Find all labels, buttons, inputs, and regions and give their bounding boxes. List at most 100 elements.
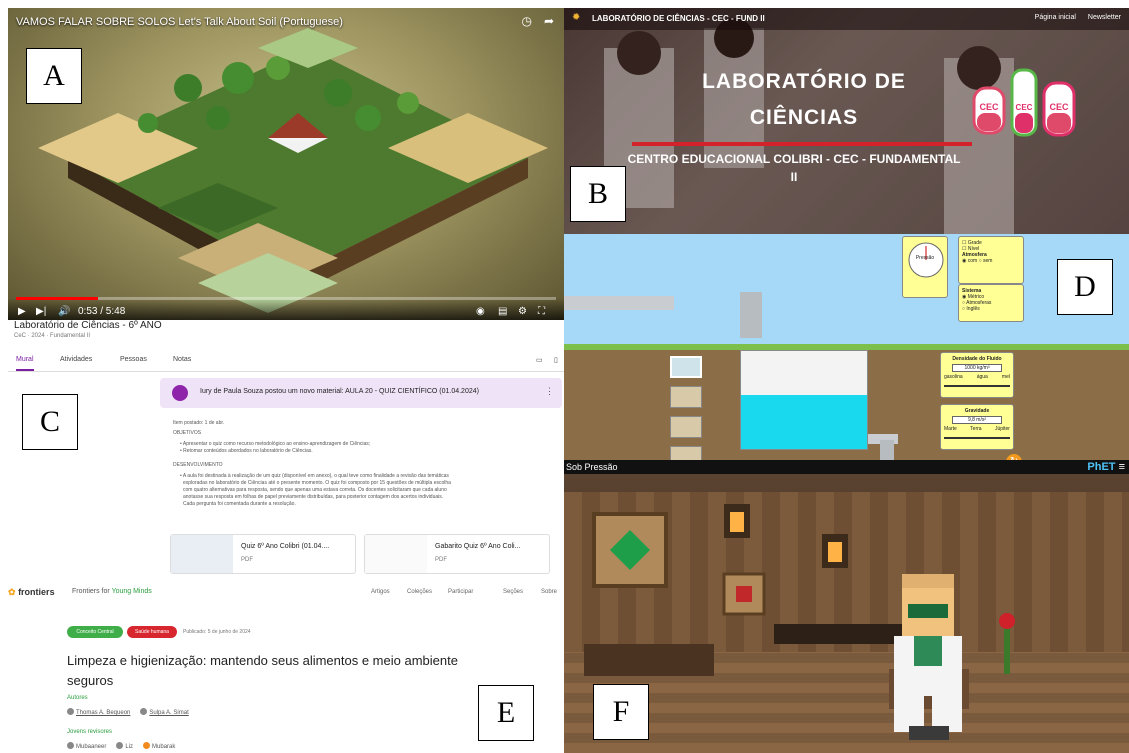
density-panel: Densidade do Fluido 1000 kg/m³ gasolina á… [940,352,1014,398]
gravity-title: Gravidade [964,408,990,414]
tab-mural[interactable]: Mural [16,356,34,371]
reviewer-1[interactable]: Mubaaneer [67,742,106,750]
density-slider[interactable] [944,385,1010,387]
pressure-gauge[interactable]: Pressão [902,236,948,298]
watch-later-icon[interactable]: ◷ [521,14,531,28]
breadcrumb: CeC · 2024 · Fundamental II [14,333,91,339]
author-1-name: Thomas A. Bequeon [76,710,131,716]
density-value[interactable]: 1000 kg/m³ [952,364,1002,372]
badge-core-concept[interactable]: Conceito Central [67,626,123,638]
frontiers-logo-text: frontiers [18,587,55,597]
fullscreen-icon[interactable]: ⛶ [538,306,545,317]
panel-label-c: C [22,394,78,450]
tab-pessoas[interactable]: Pessoas [120,356,147,363]
inlet-spout [740,292,762,338]
captions-icon[interactable]: ▤ [498,306,507,317]
water [741,395,867,449]
volume-icon[interactable]: 🔊 [58,306,70,317]
autoplay-toggle-icon[interactable]: ◉ [476,306,485,317]
settings-icon[interactable]: ⚙ [518,306,527,317]
menu-about[interactable]: Sobre [541,589,557,595]
menu-icon[interactable]: ≡ [1119,461,1125,473]
published-date: Publicado: 5 de junho de 2024 [183,629,251,635]
nav-newsletter[interactable]: Newsletter [1088,14,1121,21]
author-avatar [67,708,74,715]
attachment-type: PDF [435,557,447,563]
gravity-value[interactable]: 9,8 m/s² [952,416,1002,424]
water-tank [740,350,868,450]
density-tick-3: mel [1001,374,1010,380]
frontiers-panel: ✿ frontiers Frontiers for Young Minds Ar… [8,578,564,753]
description-line-5: Cada pergunta foi comentada durante a re… [183,501,296,507]
site-nav: Página inicial Newsletter [1035,14,1121,21]
video-title[interactable]: VAMOS FALAR SOBRE SOLOS Let's Talk About… [16,16,343,28]
reviewer-2[interactable]: Liz [116,742,133,750]
density-tick-2: água [976,374,988,380]
more-options-icon[interactable]: ⋮ [545,386,554,397]
scene-button-2[interactable] [670,386,702,408]
description-line-4: anotasse sua resposta em folhas de papel… [183,494,444,500]
reviewer-2-name: Liz [125,744,134,750]
class-name: Laboratório de Ciências - 6º ANO [14,320,162,331]
phet-menu-button[interactable]: PhET ≡ [1087,461,1125,473]
atmosphere-on-radio[interactable]: ◉ com [962,258,977,264]
attachment-name: Gabarito Quiz 6º Ano Coli... [435,543,521,550]
badge-human-health[interactable]: Saúde humana [127,626,177,638]
next-icon[interactable]: ▶| [36,306,46,317]
atmosphere-off-radio[interactable]: ○ sem [979,258,993,264]
scene-button-1[interactable] [670,356,702,378]
nav-home[interactable]: Página inicial [1035,14,1076,21]
attachment-name: Quiz 6º Ano Colibri (01.04.... [241,543,330,550]
gravity-slider[interactable] [944,437,1010,439]
menu-articles[interactable]: Artigos [371,589,390,595]
atmosphere-on-label: com [967,258,978,264]
lab-subtitle-line1: CENTRO EDUCACIONAL COLIBRI - CEC - FUNDA… [627,152,961,166]
reviewer-3[interactable]: Mubarak [143,742,175,750]
reviewer-avatar [116,742,124,749]
video-panel[interactable]: VAMOS FALAR SOBRE SOLOS Let's Talk About… [8,8,564,320]
menu-sections[interactable]: Seções [503,589,523,595]
units-english-radio[interactable]: ○ Inglês [962,306,1020,312]
product-name[interactable]: Frontiers for Young Minds [72,588,152,595]
attachment-quiz[interactable]: Quiz 6º Ano Colibri (01.04.... PDF [170,534,356,574]
attachment-type: PDF [241,557,253,563]
video-frame[interactable] [8,8,564,320]
reviewers-label: Jovens revisores [67,729,113,735]
panel-label-f: F [593,684,649,740]
product-prefix: Frontiers for [72,588,112,595]
reviewer-avatar [143,742,151,749]
tab-notas[interactable]: Notas [173,356,191,363]
announcement-header[interactable]: Iury de Paula Souza postou um novo mater… [160,378,562,408]
author-2-name: Sulpa A. Simat [149,710,189,716]
flasks-logo: CEC CEC CEC [972,68,1076,137]
minecraft-panel: F [564,474,1129,753]
description-line-2: exploradas no laboratório de Ciências at… [183,480,451,486]
sim-nav-bar [564,460,1129,474]
menu-collections[interactable]: Coleções [407,589,432,595]
video-progress-bar[interactable] [16,297,556,300]
scene-button-3[interactable] [670,416,702,438]
objective-1: • Apresentar o quiz como recurso metodol… [180,441,371,447]
play-icon[interactable]: ▶ [18,306,26,317]
flask-label-1: CEC [979,102,999,112]
post-title[interactable]: Iury de Paula Souza postou um novo mater… [200,388,479,395]
menu-participate[interactable]: Participar [448,589,473,595]
frontiers-logo[interactable]: ✿ frontiers [8,587,55,598]
tab-atividades[interactable]: Atividades [60,356,92,363]
inlet-faucet[interactable] [564,288,674,338]
gravity-tick-2: Terra [970,426,982,432]
video-call-icon[interactable]: ▭ [536,356,543,364]
gravity-tick-1: Marte [944,426,957,432]
attachment-answer-key[interactable]: Gabarito Quiz 6º Ano Coli... PDF [364,534,550,574]
panel-label-a: A [26,48,82,104]
author-1[interactable]: Thomas A. Bequeon [67,708,130,716]
calendar-icon[interactable]: ▯ [554,356,558,364]
site-title[interactable]: LABORATÓRIO DE CIÊNCIAS - CEC - FUND II [592,14,765,23]
share-icon[interactable]: ➦ [544,14,554,28]
scene-selector [670,356,702,468]
author-avatar [140,708,148,715]
attachment-thumbnail [365,535,427,573]
sim-title: Sob Pressão [566,462,618,472]
author-2[interactable]: Sulpa A. Simat [140,708,189,716]
gravity-tick-3: Júpiter [994,426,1010,432]
